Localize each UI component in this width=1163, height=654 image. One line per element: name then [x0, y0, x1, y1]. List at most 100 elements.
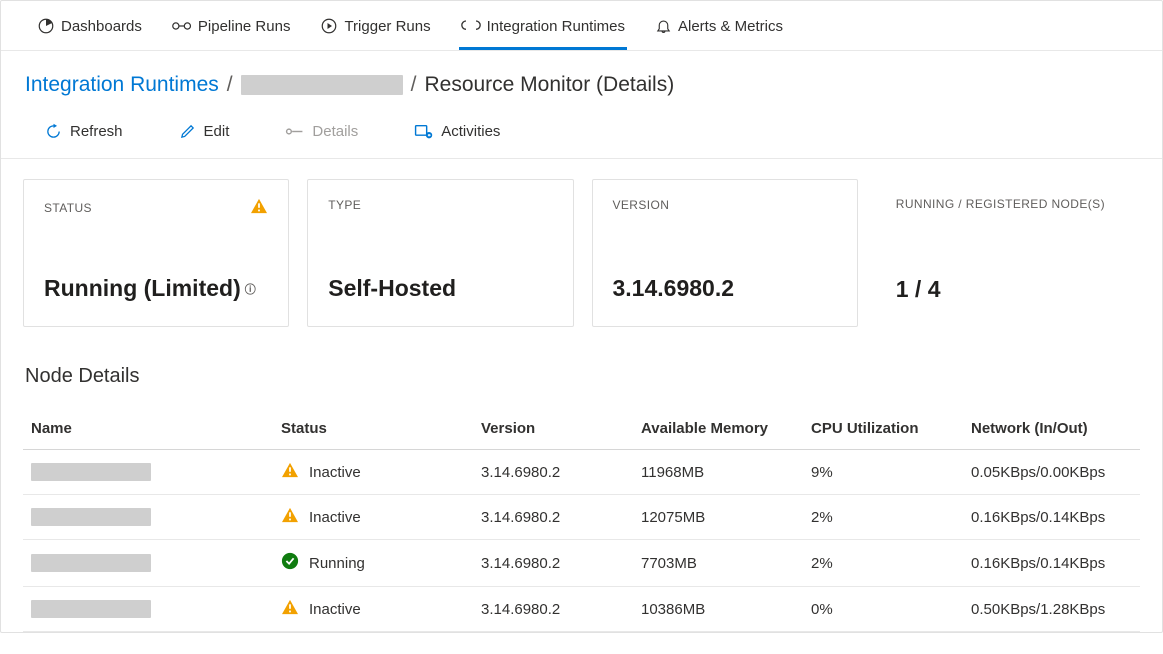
- breadcrumb-root-link[interactable]: Integration Runtimes: [25, 73, 219, 97]
- card-type: TYPE Self-Hosted: [307, 179, 573, 327]
- cell-status: Inactive: [281, 507, 481, 527]
- card-nodes: RUNNING / REGISTERED NODE(S) 1 / 4: [876, 179, 1140, 327]
- card-value-status: Running (Limited)ⓘ: [44, 275, 268, 302]
- cell-network: 0.05KBps/0.00KBps: [971, 464, 1132, 481]
- tab-trigger-runs[interactable]: Trigger Runs: [318, 11, 432, 50]
- cell-cpu: 0%: [811, 601, 971, 618]
- status-text: Inactive: [309, 464, 361, 481]
- action-label: Details: [312, 123, 358, 140]
- tab-label: Alerts & Metrics: [678, 18, 783, 35]
- activities-icon: [414, 124, 433, 140]
- table-header-row: Name Status Version Available Memory CPU…: [23, 408, 1140, 450]
- tab-alerts[interactable]: Alerts & Metrics: [653, 11, 785, 50]
- tab-dashboards[interactable]: Dashboards: [35, 11, 144, 50]
- cell-network: 0.16KBps/0.14KBps: [971, 509, 1132, 526]
- tab-pipeline-runs[interactable]: Pipeline Runs: [170, 11, 293, 50]
- card-status: STATUS Running (Limited)ⓘ: [23, 179, 289, 327]
- cell-network: 0.16KBps/0.14KBps: [971, 555, 1132, 572]
- th-network[interactable]: Network (In/Out): [971, 420, 1132, 437]
- th-cpu[interactable]: CPU Utilization: [811, 420, 971, 437]
- action-label: Edit: [204, 123, 230, 140]
- warning-icon: [281, 507, 299, 527]
- redacted-node-name: [31, 554, 151, 572]
- breadcrumb-sep: /: [411, 73, 417, 97]
- refresh-button[interactable]: Refresh: [45, 123, 123, 140]
- refresh-icon: [45, 123, 62, 140]
- node-details-table: Name Status Version Available Memory CPU…: [23, 408, 1140, 632]
- breadcrumb: Integration Runtimes / / Resource Monito…: [1, 51, 1162, 101]
- table-row[interactable]: Inactive 3.14.6980.210386MB0%0.50KBps/1.2…: [23, 587, 1140, 632]
- page-container: Dashboards Pipeline Runs Trigger Runs: [0, 0, 1163, 633]
- cell-status: Running: [281, 552, 481, 574]
- trigger-runs-icon: [320, 17, 338, 35]
- card-version: VERSION 3.14.6980.2: [592, 179, 858, 327]
- card-label: TYPE: [328, 198, 361, 212]
- action-label: Activities: [441, 123, 500, 140]
- tab-label: Pipeline Runs: [198, 18, 291, 35]
- table-row[interactable]: Running 3.14.6980.27703MB2%0.16KBps/0.14K…: [23, 540, 1140, 587]
- th-version[interactable]: Version: [481, 420, 641, 437]
- success-icon: [281, 552, 299, 574]
- card-value-nodes: 1 / 4: [896, 276, 1120, 303]
- card-label: RUNNING / REGISTERED NODE(S): [896, 197, 1105, 211]
- cell-status: Inactive: [281, 462, 481, 482]
- cell-network: 0.50KBps/1.28KBps: [971, 601, 1132, 618]
- cell-name: [31, 600, 281, 618]
- integration-runtimes-icon: [461, 17, 481, 35]
- activities-button[interactable]: Activities: [414, 123, 500, 140]
- redacted-node-name: [31, 463, 151, 481]
- redacted-node-name: [31, 600, 151, 618]
- warning-icon: [281, 599, 299, 619]
- th-name[interactable]: Name: [31, 420, 281, 437]
- breadcrumb-redacted-name: [241, 75, 403, 95]
- cell-memory: 7703MB: [641, 555, 811, 572]
- tab-label: Dashboards: [61, 18, 142, 35]
- cell-cpu: 2%: [811, 555, 971, 572]
- breadcrumb-current: Resource Monitor (Details): [424, 73, 674, 97]
- cell-name: [31, 554, 281, 572]
- bell-icon: [655, 17, 672, 35]
- edit-button[interactable]: Edit: [179, 123, 230, 140]
- table-row[interactable]: Inactive 3.14.6980.211968MB9%0.05KBps/0.0…: [23, 450, 1140, 495]
- monitor-tabs: Dashboards Pipeline Runs Trigger Runs: [1, 1, 1162, 51]
- cell-memory: 12075MB: [641, 509, 811, 526]
- status-text: Running (Limited): [44, 275, 241, 302]
- cell-memory: 11968MB: [641, 464, 811, 481]
- cell-version: 3.14.6980.2: [481, 601, 641, 618]
- summary-cards: STATUS Running (Limited)ⓘ TYPE Self-Host…: [1, 159, 1162, 335]
- th-memory[interactable]: Available Memory: [641, 420, 811, 437]
- tab-label: Integration Runtimes: [487, 18, 625, 35]
- cell-version: 3.14.6980.2: [481, 464, 641, 481]
- pipeline-runs-icon: [172, 17, 192, 35]
- cell-cpu: 2%: [811, 509, 971, 526]
- status-text: Inactive: [309, 509, 361, 526]
- status-text: Inactive: [309, 601, 361, 618]
- details-button: Details: [285, 123, 358, 140]
- cell-version: 3.14.6980.2: [481, 555, 641, 572]
- cell-memory: 10386MB: [641, 601, 811, 618]
- node-details-heading: Node Details: [1, 335, 1162, 400]
- cell-status: Inactive: [281, 599, 481, 619]
- cell-name: [31, 508, 281, 526]
- cell-name: [31, 463, 281, 481]
- card-label: STATUS: [44, 201, 92, 215]
- cell-version: 3.14.6980.2: [481, 509, 641, 526]
- action-label: Refresh: [70, 123, 123, 140]
- details-icon: [285, 124, 304, 139]
- warning-icon: [250, 198, 268, 217]
- card-value-version: 3.14.6980.2: [613, 275, 837, 302]
- tab-label: Trigger Runs: [344, 18, 430, 35]
- breadcrumb-sep: /: [227, 73, 233, 97]
- tab-integration-runtimes[interactable]: Integration Runtimes: [459, 11, 627, 50]
- card-label: VERSION: [613, 198, 670, 212]
- warning-icon: [281, 462, 299, 482]
- pencil-icon: [179, 123, 196, 140]
- action-bar: Refresh Edit Details Ac: [1, 101, 1162, 158]
- status-text: Running: [309, 555, 365, 572]
- table-row[interactable]: Inactive 3.14.6980.212075MB2%0.16KBps/0.1…: [23, 495, 1140, 540]
- cell-cpu: 9%: [811, 464, 971, 481]
- table-body: Inactive3.14.6980.211968MB9%0.05KBps/0.0…: [23, 450, 1140, 632]
- info-icon[interactable]: ⓘ: [245, 281, 256, 297]
- card-value-type: Self-Hosted: [328, 275, 552, 302]
- th-status[interactable]: Status: [281, 420, 481, 437]
